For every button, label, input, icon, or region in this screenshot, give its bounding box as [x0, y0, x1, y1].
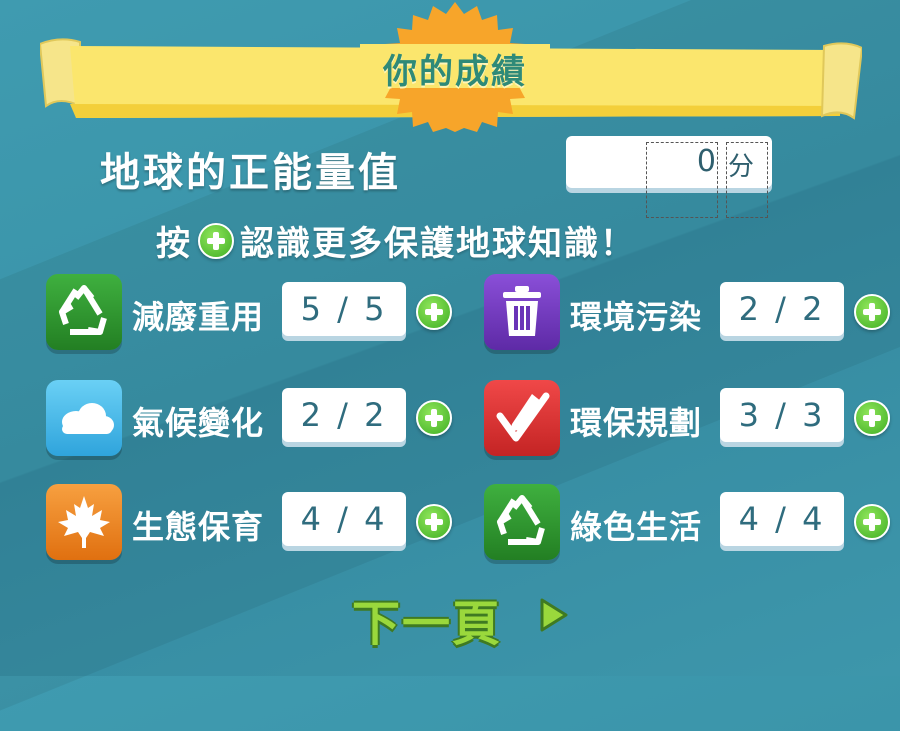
hint-after: 認識更多保護地球知識！: [240, 224, 636, 264]
category-label: 環保規劃: [570, 404, 703, 442]
category-waste-reduction: 減廢重用 5 / 5: [46, 274, 466, 354]
category-count: 3 / 3: [720, 388, 844, 442]
category-label: 氣候變化: [132, 404, 265, 442]
plus-icon[interactable]: [416, 294, 452, 330]
plus-icon[interactable]: [416, 504, 452, 540]
plus-icon: [198, 222, 234, 259]
hint-before: 按: [156, 224, 192, 264]
category-count: 2 / 2: [720, 282, 844, 336]
score-label: 地球的正能量值: [100, 150, 401, 196]
next-page-button[interactable]: 下一頁: [352, 584, 582, 652]
recycle-icon: [484, 484, 560, 560]
category-pollution: 環境污染 2 / 2: [484, 274, 900, 354]
category-label: 生態保育: [132, 508, 265, 546]
category-count: 4 / 4: [720, 492, 844, 546]
plus-icon[interactable]: [854, 294, 890, 330]
cloud-icon: [46, 380, 122, 456]
plus-icon[interactable]: [854, 400, 890, 436]
category-label: 環境污染: [570, 298, 703, 336]
maple-leaf-icon: [46, 484, 122, 560]
pencil-check-icon: [484, 380, 560, 456]
category-climate-change: 氣候變化 2 / 2: [46, 380, 466, 460]
plus-icon[interactable]: [854, 504, 890, 540]
page-title: 你的成績: [383, 52, 527, 92]
plus-icon[interactable]: [416, 400, 452, 436]
category-label: 綠色生活: [570, 508, 703, 546]
play-arrow-icon: [540, 598, 568, 632]
score-unit: 分: [728, 152, 755, 182]
recycle-icon: [46, 274, 122, 350]
category-label: 減廢重用: [132, 298, 265, 336]
hint-text: 按 認識更多保護地球知識！: [156, 216, 636, 265]
category-environmental-planning: 環保規劃 3 / 3: [484, 380, 900, 460]
trash-can-icon: [484, 274, 560, 350]
category-count: 5 / 5: [282, 282, 406, 336]
score-value: 0: [696, 144, 716, 179]
category-green-living: 綠色生活 4 / 4: [484, 484, 900, 564]
category-count: 2 / 2: [282, 388, 406, 442]
category-ecological-conservation: 生態保育 4 / 4: [46, 484, 466, 564]
next-page-label: 下一頁: [352, 596, 503, 652]
category-count: 4 / 4: [282, 492, 406, 546]
